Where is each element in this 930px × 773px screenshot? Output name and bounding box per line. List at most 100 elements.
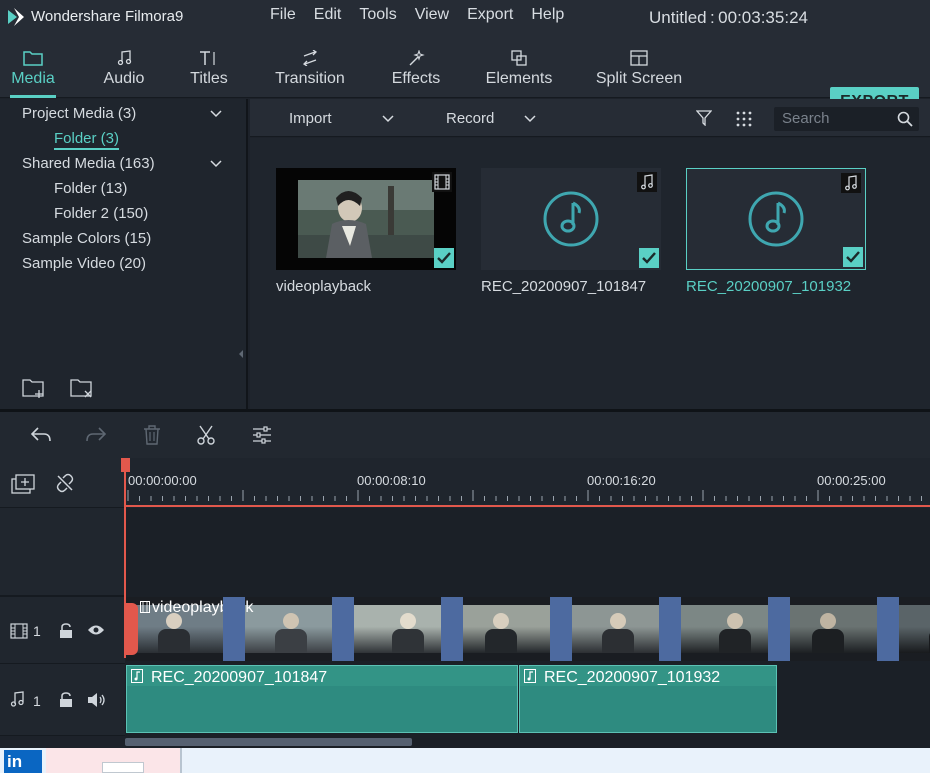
search-input[interactable]: Search (774, 107, 919, 131)
lock-icon[interactable] (59, 692, 73, 708)
media-item-audio-selected[interactable] (686, 168, 866, 270)
undo-icon[interactable] (30, 426, 52, 444)
tab-elements[interactable]: Elements (482, 34, 556, 98)
filmora-logo-icon (8, 8, 24, 26)
tab-audio[interactable]: Audio (96, 34, 152, 98)
timecode-label: 00:00:25:00 (817, 473, 886, 488)
sidebar-item-shared-media[interactable]: Shared Media (163) (22, 155, 155, 172)
audio-track: REC_20200907_101847 REC_20200907_101932 (125, 664, 930, 736)
added-checkmark (843, 247, 863, 267)
adjust-settings-icon[interactable] (252, 426, 272, 444)
eye-icon[interactable] (87, 624, 105, 636)
delete-folder-icon[interactable] (70, 377, 94, 399)
menu-help[interactable]: Help (531, 6, 564, 24)
import-button[interactable]: Import (289, 110, 332, 127)
video-frame-thumbnail (790, 605, 877, 653)
music-note-icon (131, 669, 143, 683)
menu-tools[interactable]: Tools (359, 6, 396, 24)
frame-figure (727, 613, 743, 629)
tab-split-screen[interactable]: Split Screen (594, 34, 684, 98)
tab-label: Media (11, 70, 55, 87)
tab-media[interactable]: Media (4, 34, 62, 98)
tab-effects[interactable]: Effects (386, 34, 446, 98)
timeline-scrollbar[interactable] (125, 736, 930, 748)
added-checkmark (639, 248, 659, 268)
unlink-icon[interactable] (55, 473, 75, 493)
media-library-grid: videoplayback REC_20200907_101847 REC_20… (250, 138, 930, 409)
tab-titles[interactable]: Titles (184, 34, 234, 98)
empty-track-header (0, 508, 125, 596)
chevron-down-icon[interactable] (382, 114, 394, 124)
audio-file-icon (543, 191, 599, 247)
menu-view[interactable]: View (415, 6, 449, 24)
grid-view-icon[interactable] (736, 111, 752, 127)
playhead[interactable] (124, 458, 126, 658)
record-button[interactable]: Record (446, 110, 494, 127)
chevron-down-icon[interactable] (210, 158, 222, 170)
document-icon (102, 762, 144, 773)
media-item-name: REC_20200907_101932 (686, 278, 852, 295)
filmstrip-gap (550, 597, 572, 661)
menu-edit[interactable]: Edit (314, 6, 342, 24)
tab-transition[interactable]: Transition (270, 34, 350, 98)
frame-figure (493, 613, 509, 629)
chevron-down-icon[interactable] (524, 114, 536, 124)
sidebar-item-folder-2[interactable]: Folder 2 (150) (54, 205, 148, 222)
media-item-video[interactable] (276, 168, 456, 270)
text-icon (200, 51, 215, 65)
video-frame-thumbnail (681, 605, 768, 653)
scrollbar-thumb[interactable] (125, 738, 412, 746)
sidebar-item-folder-13[interactable]: Folder (13) (54, 180, 127, 197)
delete-icon[interactable] (143, 425, 161, 445)
lock-icon[interactable] (59, 623, 73, 639)
media-toolbar: Import Record Search (250, 99, 930, 137)
audio-file-icon (748, 191, 804, 247)
video-clip[interactable]: videoplayback (126, 597, 930, 661)
timeline-header (0, 458, 125, 508)
audio-track-header: 1 (0, 664, 125, 736)
empty-track[interactable] (125, 508, 930, 596)
menu-file[interactable]: File (270, 6, 296, 24)
timeline-ruler[interactable]: 00:00:00:00 00:00:08:10 00:00:16:20 00:0… (125, 458, 930, 508)
music-note-icon (641, 174, 653, 190)
audio-clip[interactable]: REC_20200907_101847 (126, 665, 518, 733)
new-folder-icon[interactable] (22, 377, 46, 399)
split-scissors-icon[interactable] (196, 425, 216, 445)
audio-clip[interactable]: REC_20200907_101932 (519, 665, 777, 733)
sidebar-item-sample-video[interactable]: Sample Video (20) (22, 255, 146, 272)
search-placeholder: Search (782, 110, 830, 127)
clip-trim-handle[interactable] (126, 603, 138, 655)
playhead-handle[interactable] (121, 458, 130, 472)
film-icon (10, 623, 28, 639)
app-title: Wondershare Filmora9 (31, 8, 184, 25)
search-icon[interactable] (897, 111, 913, 127)
collapse-panel-icon[interactable] (238, 350, 244, 358)
effects-icon (409, 50, 425, 66)
media-item-name: REC_20200907_101847 (481, 278, 647, 295)
menu-bar: File Edit Tools View Export Help (270, 6, 582, 24)
elements-icon (511, 50, 527, 66)
filmstrip-gap (659, 597, 681, 661)
title-bar: Wondershare Filmora9 File Edit Tools Vie… (0, 0, 930, 34)
speaker-icon[interactable] (87, 692, 107, 708)
sidebar-item-folder[interactable]: Folder (3) (54, 130, 120, 150)
chevron-down-icon[interactable] (210, 108, 222, 120)
menu-export[interactable]: Export (467, 6, 513, 24)
frame-figure (400, 613, 416, 629)
filter-icon[interactable] (696, 110, 712, 126)
music-note-icon (117, 50, 132, 66)
media-item-audio[interactable] (481, 168, 661, 270)
frame-figure (283, 613, 299, 629)
sidebar-item-project-media[interactable]: Project Media (3) (22, 105, 136, 122)
sidebar-item-sample-colors[interactable]: Sample Colors (15) (22, 230, 151, 247)
linkedin-taskbar-icon[interactable]: in (4, 750, 42, 773)
checkmark-icon (437, 252, 451, 264)
taskbar-separator (180, 748, 182, 773)
media-item-name: videoplayback (276, 278, 372, 295)
redo-icon[interactable] (85, 426, 107, 444)
film-icon (434, 174, 450, 190)
module-tab-bar: Media Audio Titles Transition Effects El… (0, 34, 930, 117)
timecode-label: 00:00:16:20 (587, 473, 656, 488)
timeline-toolbar (0, 412, 930, 458)
add-track-icon[interactable] (11, 474, 37, 494)
